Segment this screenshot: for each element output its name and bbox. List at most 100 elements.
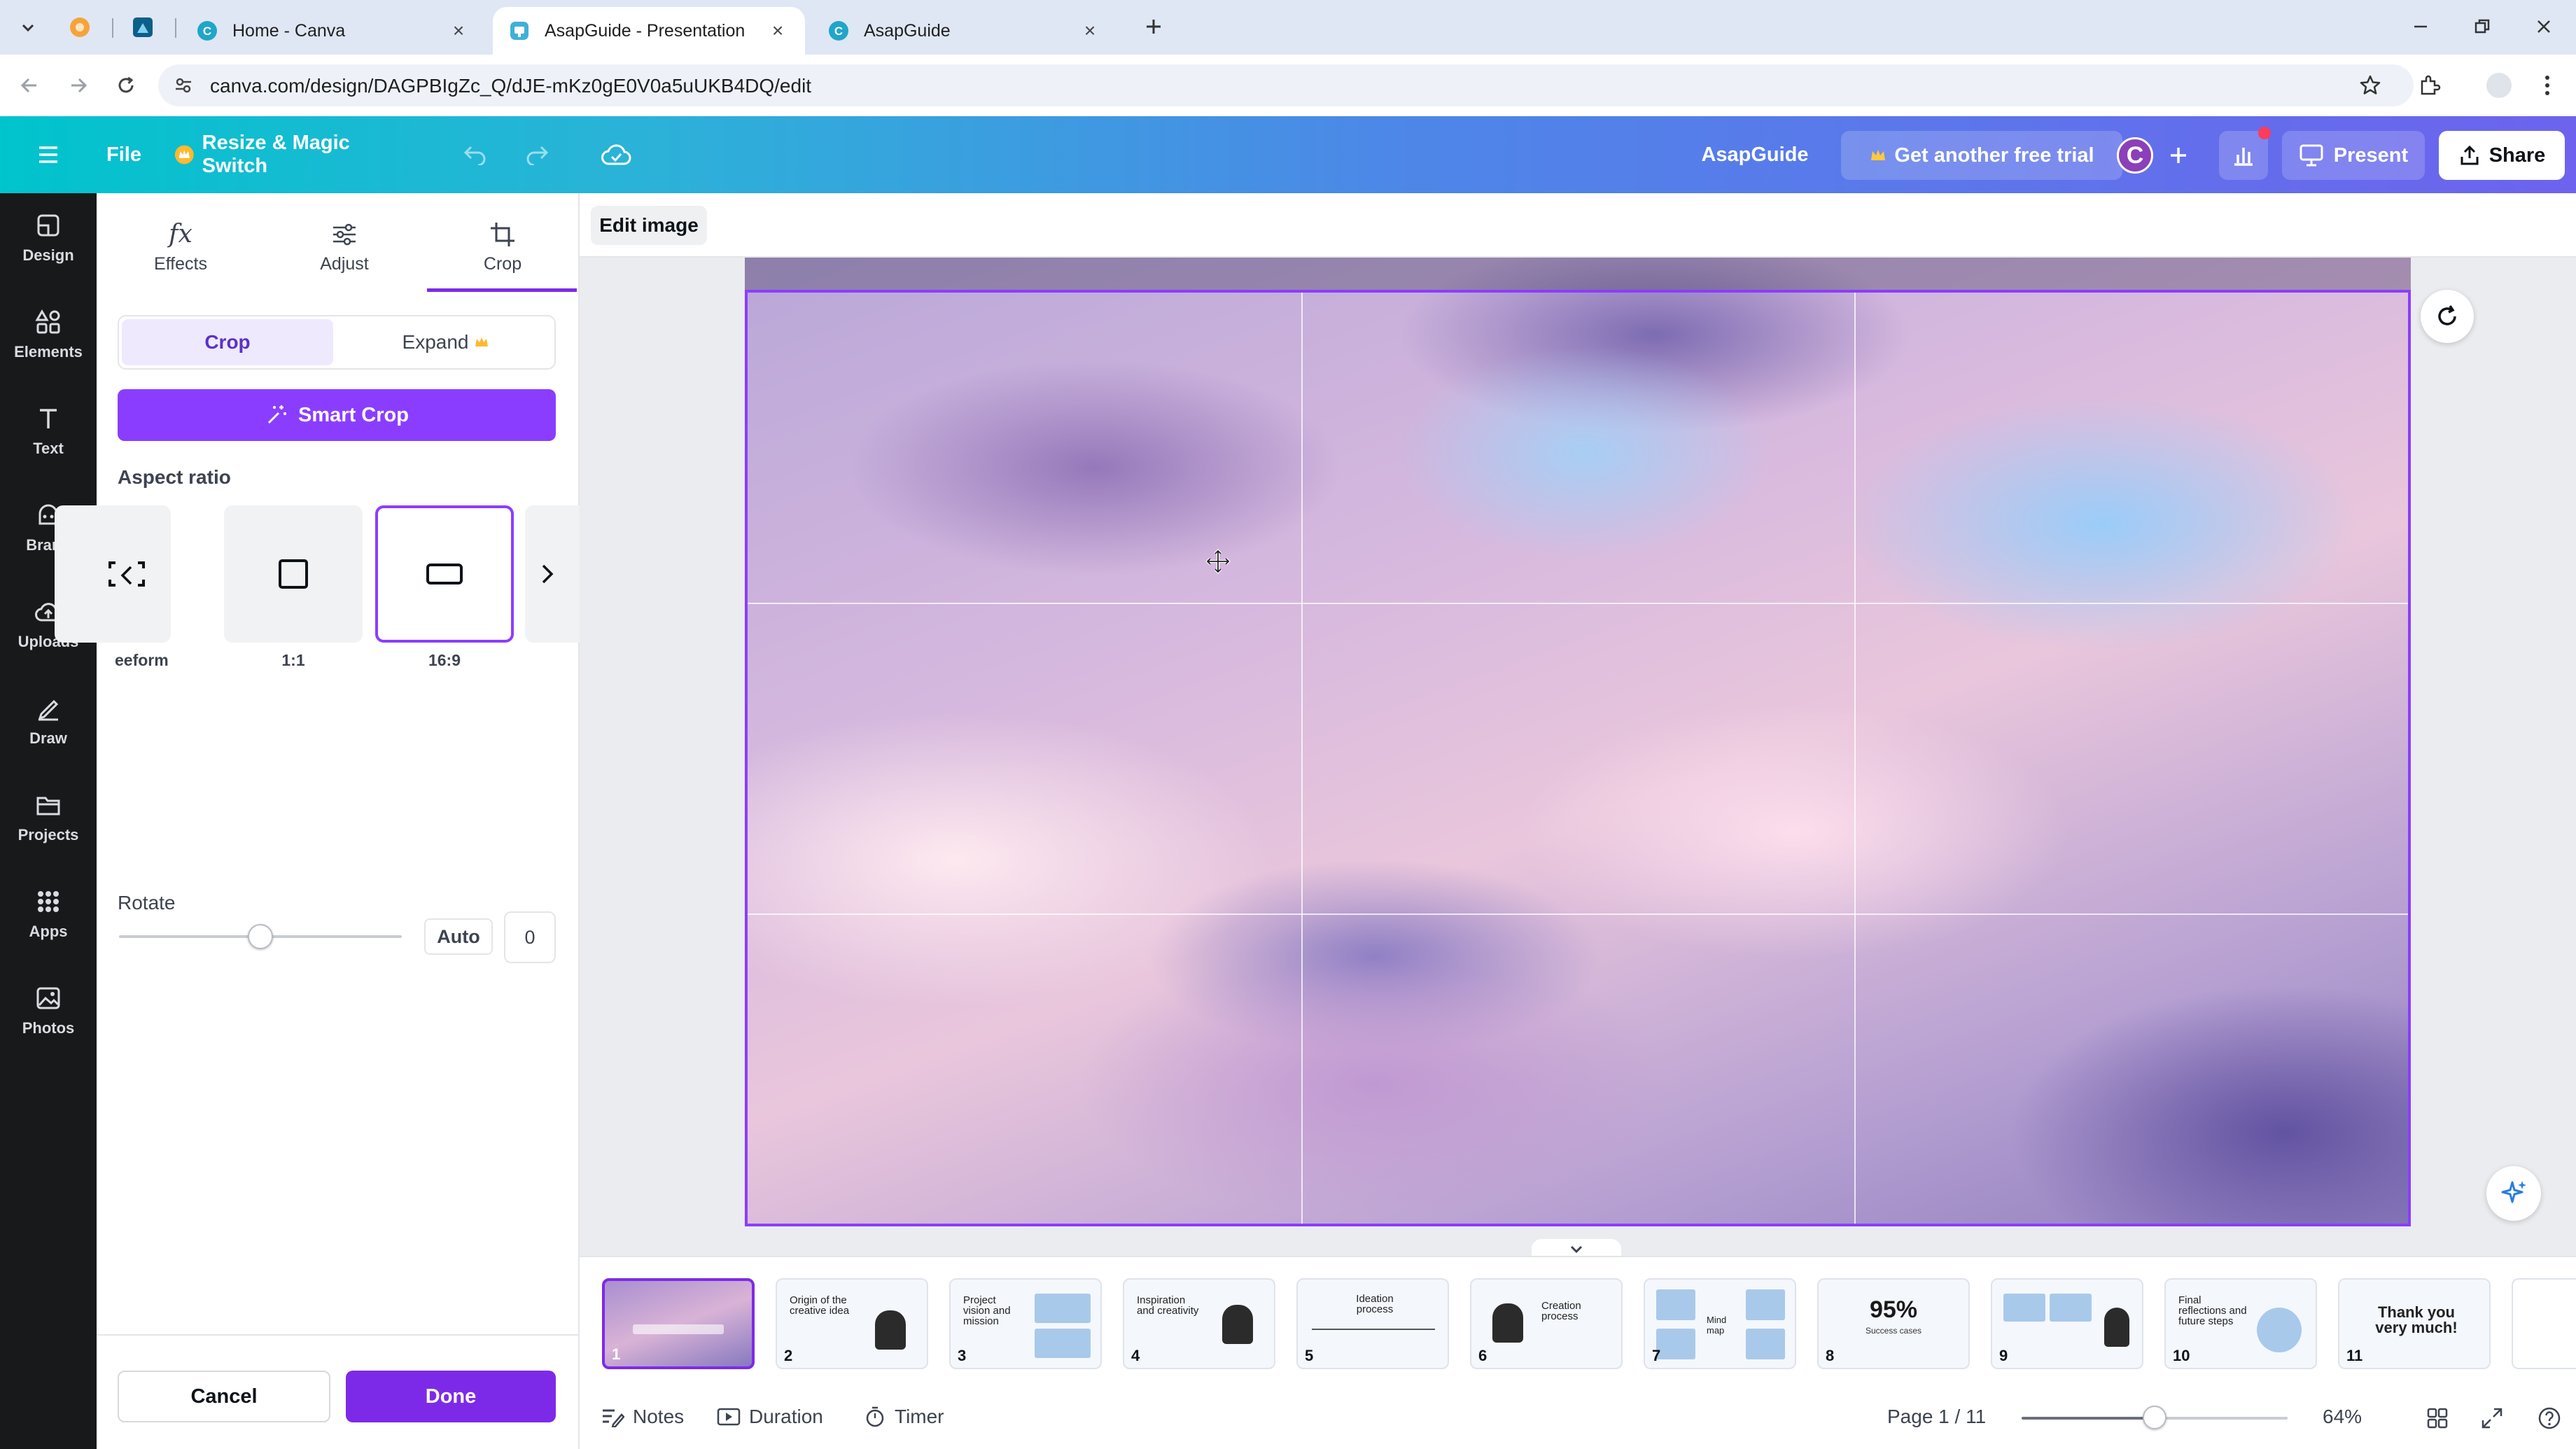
add-page-thumbnail[interactable] [2512, 1278, 2576, 1369]
rail-item-projects[interactable]: Projects [0, 776, 97, 860]
main-menu-button[interactable] [31, 137, 66, 172]
tab-asapguide-presentation[interactable]: AsapGuide - Presentation × [493, 7, 805, 55]
page-thumbnail-11[interactable]: Thank you very much! 11 [2338, 1278, 2491, 1369]
expand-arrows-icon [2482, 1408, 2502, 1429]
expand-label: Expand [402, 331, 469, 353]
share-label: Share [2488, 144, 2546, 167]
close-icon[interactable]: × [447, 19, 470, 43]
page-thumbnail-4[interactable]: Inspiration and creativity 4 [1123, 1278, 1275, 1369]
ratio-scroll-left-button[interactable] [115, 560, 140, 591]
rail-item-elements[interactable]: Elements [0, 293, 97, 377]
zoom-level[interactable]: 64% [2323, 1401, 2362, 1432]
regenerate-button[interactable] [2421, 290, 2474, 343]
save-status-button[interactable] [598, 137, 634, 172]
share-button[interactable]: Share [2439, 131, 2565, 180]
close-icon[interactable]: × [766, 19, 790, 43]
page-thumbnail-1[interactable]: 1 [602, 1278, 755, 1369]
share-icon [2460, 145, 2479, 165]
arrow-left-icon [20, 78, 36, 93]
crown-icon [1871, 150, 1886, 160]
ratio-freeform-card[interactable] [55, 505, 171, 643]
extensions-icon[interactable] [2416, 73, 2442, 98]
page-thumbnail-5[interactable]: Ideation process 5 [1296, 1278, 1449, 1369]
magic-assistant-button[interactable] [2486, 1166, 2541, 1221]
tab-asapguide[interactable]: C AsapGuide × [812, 7, 1117, 55]
page-thumbnail-9[interactable]: 9 [1991, 1278, 2143, 1369]
site-info-icon[interactable] [174, 76, 193, 95]
done-button[interactable]: Done [346, 1371, 556, 1422]
get-free-trial-button[interactable]: Get another free trial [1841, 131, 2122, 180]
undo-button[interactable] [458, 137, 493, 172]
rotate-control: Auto 0 [97, 378, 580, 963]
rotate-value-input[interactable]: 0 [504, 911, 556, 963]
square-icon [279, 559, 308, 589]
file-menu-button[interactable]: File [99, 137, 148, 172]
page-thumbnail-7[interactable]: Mind map 7 [1644, 1278, 1796, 1369]
widescreen-icon [426, 564, 463, 584]
edit-image-button[interactable]: Edit image [591, 206, 707, 245]
canva-header: File Resize & Magic Switch AsapGuide Get… [0, 116, 2576, 193]
rotate-heading: Rotate [118, 892, 176, 913]
page-counter[interactable]: Page 1 / 11 [1887, 1401, 1986, 1432]
crop-mode-button[interactable]: Crop [122, 319, 333, 365]
document-title[interactable]: AsapGuide [1695, 137, 1814, 172]
redo-button[interactable] [519, 137, 554, 172]
notes-button[interactable]: Notes [601, 1401, 684, 1432]
page-thumbnail-10[interactable]: Final reflections and future steps 10 [2164, 1278, 2317, 1369]
page-thumbnail-6[interactable]: Creation process 6 [1470, 1278, 1623, 1369]
tab-separator [175, 18, 176, 38]
close-window-button[interactable] [2528, 13, 2559, 41]
tab-crop[interactable]: Crop [433, 209, 573, 286]
rail-label: Apps [29, 923, 68, 940]
pinned-tab-1[interactable] [66, 13, 94, 41]
back-button[interactable] [14, 70, 45, 101]
bookmark-star-icon[interactable] [2359, 74, 2381, 97]
ratio-1-1-card[interactable] [224, 505, 363, 643]
expand-mode-button[interactable]: Expand [340, 319, 552, 365]
page-thumbnail-8[interactable]: 95% Success cases 8 [1817, 1278, 1970, 1369]
reload-button[interactable] [111, 70, 141, 101]
zoom-slider-thumb[interactable] [2143, 1406, 2166, 1429]
rail-item-text[interactable]: Text [0, 389, 97, 473]
thumb-block [1035, 1329, 1091, 1358]
page-thumbnail-2[interactable]: Origin of the creative idea 2 [776, 1278, 928, 1369]
cancel-button[interactable]: Cancel [118, 1371, 330, 1422]
rotate-auto-button[interactable]: Auto [424, 918, 493, 955]
notes-icon [603, 1409, 624, 1427]
grid-view-button[interactable] [2422, 1403, 2453, 1434]
close-icon[interactable]: × [1078, 19, 1102, 43]
reload-icon [118, 76, 134, 93]
pinned-tab-2[interactable] [129, 13, 157, 41]
profile-avatar[interactable] [2486, 73, 2512, 98]
page-thumbnail-3[interactable]: Project vision and mission 3 [949, 1278, 1102, 1369]
rail-item-photos[interactable]: Photos [0, 969, 97, 1053]
forward-button[interactable] [63, 70, 94, 101]
user-avatar[interactable]: C [2117, 137, 2153, 174]
new-tab-button[interactable] [1140, 13, 1168, 41]
rotate-slider-thumb[interactable] [248, 924, 273, 949]
ratio-16-9-card[interactable] [375, 505, 514, 643]
resize-magic-switch-button[interactable]: Resize & Magic Switch [174, 132, 412, 177]
page-number: 10 [2173, 1347, 2190, 1364]
restore-button[interactable] [2467, 13, 2498, 41]
present-button[interactable]: Present [2282, 131, 2425, 180]
ratio-next-card[interactable] [525, 505, 580, 643]
insights-button[interactable] [2219, 127, 2271, 180]
url-bar[interactable]: canva.com/design/DAGPBIgZc_Q/dJE-mKz0gE0… [158, 64, 2414, 106]
tab-home-canva[interactable]: C Home - Canva × [181, 7, 486, 55]
rail-item-apps[interactable]: Apps [0, 872, 97, 956]
timer-button[interactable]: Timer [864, 1401, 944, 1432]
minimize-button[interactable] [2405, 13, 2436, 41]
fullscreen-button[interactable] [2477, 1403, 2507, 1434]
crop-frame[interactable] [745, 290, 2411, 1226]
rail-item-draw[interactable]: Draw [0, 679, 97, 763]
help-button[interactable] [2534, 1403, 2565, 1434]
page-number: 6 [1478, 1347, 1488, 1364]
tab-effects[interactable]: fx Effects [111, 209, 251, 286]
rail-item-design[interactable]: Design [0, 196, 97, 280]
duration-button[interactable]: Duration [717, 1401, 823, 1432]
invite-button[interactable] [2163, 140, 2194, 171]
tab-adjust[interactable]: Adjust [274, 209, 414, 286]
tab-search-button[interactable] [14, 14, 42, 42]
more-vertical-icon[interactable] [2537, 73, 2558, 98]
